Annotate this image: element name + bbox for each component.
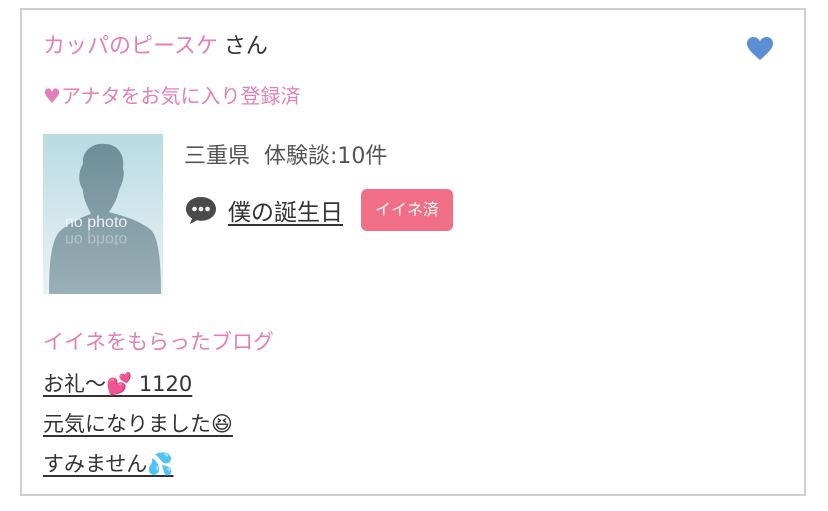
- experience-count: 体験談:10件: [264, 144, 388, 169]
- post-title-link[interactable]: 僕の誕生日: [228, 193, 343, 227]
- like-button[interactable]: イイネ済: [361, 189, 454, 231]
- prefecture: 三重県: [184, 144, 251, 169]
- liked-blogs-heading: イイネをもらったブログ: [43, 330, 274, 354]
- blog-link[interactable]: すみません💦: [43, 452, 174, 476]
- latest-post: 僕の誕生日 イイネ済: [184, 188, 454, 232]
- blog-link[interactable]: 元気になりました😆: [43, 412, 233, 436]
- speech-bubble-icon: [186, 197, 216, 224]
- list-item: お礼〜💕 1120: [43, 368, 233, 408]
- user-header: カッパのピースケ さん: [43, 32, 268, 62]
- list-item: 元気になりました😆: [43, 408, 233, 448]
- list-item: すみません💦: [43, 448, 233, 488]
- user-honorific: さん: [223, 34, 268, 59]
- user-meta: 三重県 体験談:10件: [184, 138, 387, 170]
- user-card: カッパのピースケ さん ♥アナタをお気に入り登録済 no photo no pho…: [20, 8, 806, 496]
- avatar[interactable]: no photo no photo: [43, 134, 163, 294]
- user-name[interactable]: カッパのピースケ: [43, 34, 218, 59]
- blog-link[interactable]: お礼〜💕 1120: [43, 372, 192, 396]
- liked-blogs-list: お礼〜💕 1120 元気になりました😆 すみません💦: [43, 368, 233, 488]
- favorite-status: ♥アナタをお気に入り登録済: [43, 84, 301, 108]
- avatar-placeholder-reflection: no photo: [65, 231, 128, 248]
- heart-icon[interactable]: [746, 35, 774, 63]
